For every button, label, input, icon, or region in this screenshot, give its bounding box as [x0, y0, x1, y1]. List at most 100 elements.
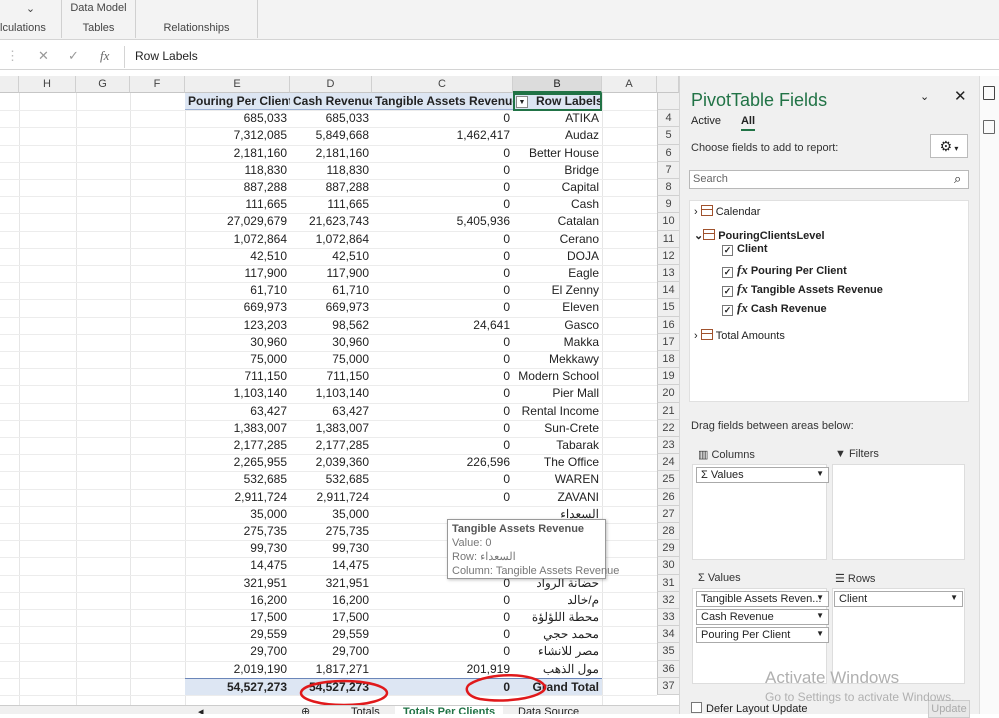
cell-e[interactable]: 711,150 — [185, 368, 290, 385]
cell-c[interactable]: 5,405,936 — [372, 213, 513, 230]
cell-e[interactable]: 532,685 — [185, 471, 290, 488]
cell-b[interactable]: El Zenny — [513, 282, 602, 299]
row-number[interactable]: 21 — [657, 402, 679, 420]
cell-c[interactable]: 0 — [372, 677, 513, 695]
cell-c[interactable]: 226,596 — [372, 454, 513, 471]
cell-c[interactable]: 0 — [372, 471, 513, 488]
values-item-cash[interactable]: Cash Revenue ▼ — [696, 609, 829, 625]
dropdown-arrow-icon[interactable]: ▼ — [816, 593, 824, 602]
cell-d[interactable]: 54,527,273 — [290, 677, 372, 695]
tab-all[interactable]: All — [740, 115, 756, 131]
cell-c[interactable]: 0 — [372, 231, 513, 248]
cell-d[interactable]: 2,911,724 — [290, 489, 372, 506]
row-number[interactable]: 36 — [657, 660, 679, 678]
filters-area[interactable] — [832, 464, 965, 560]
cell-e[interactable]: 685,033 — [185, 110, 290, 127]
fields-list-icon[interactable] — [983, 86, 995, 100]
cell-e[interactable]: 99,730 — [185, 540, 290, 557]
dropdown-arrow-icon[interactable]: ▼ — [816, 629, 824, 638]
cell-b[interactable]: محمد حجي — [513, 626, 602, 643]
format-pane-icon[interactable] — [983, 120, 995, 134]
cell-d[interactable]: 63,427 — [290, 403, 372, 420]
field-client[interactable]: ✓ Client — [722, 243, 768, 256]
cell-e[interactable]: 2,265,955 — [185, 454, 290, 471]
cell-b[interactable]: DOJA — [513, 248, 602, 265]
cell-e[interactable]: 669,973 — [185, 299, 290, 316]
cell-d[interactable]: 685,033 — [290, 110, 372, 127]
cell-b[interactable]: ATIKA — [513, 110, 602, 127]
cell-c[interactable]: 0 — [372, 385, 513, 402]
cell-e[interactable]: Pouring Per Client — [185, 93, 290, 111]
sheet-tab-totals-per-clients[interactable]: Totals Per Clients — [395, 706, 504, 714]
search-input[interactable]: Search — [689, 170, 969, 189]
cell-d[interactable]: 30,960 — [290, 334, 372, 351]
cell-c[interactable]: 0 — [372, 282, 513, 299]
cell-c[interactable]: 0 — [372, 592, 513, 609]
cell-d[interactable]: 21,623,743 — [290, 213, 372, 230]
field-pouring-per-client[interactable]: ✓ fx Pouring Per Client — [722, 262, 847, 278]
row-number[interactable]: 20 — [657, 385, 679, 403]
cell-c[interactable]: 24,641 — [372, 317, 513, 334]
cell-d[interactable]: 16,200 — [290, 592, 372, 609]
column-header-c[interactable]: C — [372, 76, 513, 93]
cell-b[interactable]: Sun-Crete — [513, 420, 602, 437]
cell-e[interactable]: 30,960 — [185, 334, 290, 351]
row-number[interactable]: 24 — [657, 454, 679, 472]
row-number[interactable]: 33 — [657, 609, 679, 627]
cell-b[interactable]: Cerano — [513, 231, 602, 248]
dropdown-arrow-icon[interactable]: ▼ — [816, 469, 824, 478]
row-number[interactable]: 16 — [657, 316, 679, 334]
row-number[interactable]: 4 — [657, 110, 679, 128]
cell-d[interactable]: 75,000 — [290, 351, 372, 368]
cell-b[interactable]: مول الذهب — [513, 661, 602, 678]
cell-b[interactable]: Tabarak — [513, 437, 602, 454]
cell-c[interactable]: 0 — [372, 643, 513, 660]
checkbox-checked[interactable]: ✓ — [722, 286, 733, 297]
row-number[interactable] — [657, 93, 679, 111]
row-number[interactable]: 19 — [657, 368, 679, 386]
cell-d[interactable]: 17,500 — [290, 609, 372, 626]
cell-e[interactable]: 27,029,679 — [185, 213, 290, 230]
cell-c[interactable]: 0 — [372, 248, 513, 265]
cell-c[interactable]: 0 — [372, 196, 513, 213]
cell-e[interactable]: 321,951 — [185, 575, 290, 592]
rows-item-client[interactable]: Client ▼ — [834, 591, 963, 607]
cancel-icon[interactable]: ✕ — [38, 48, 49, 64]
columns-item-values[interactable]: Σ Values ▼ — [696, 467, 829, 483]
chevron-down-icon[interactable]: ⌄ — [694, 230, 703, 242]
cell-d[interactable]: 2,039,360 — [290, 454, 372, 471]
cell-b[interactable]: Pier Mall — [513, 385, 602, 402]
column-header-g[interactable]: G — [76, 76, 130, 93]
row-number[interactable]: 32 — [657, 591, 679, 609]
row-number[interactable]: 27 — [657, 505, 679, 523]
cell-d[interactable]: 669,973 — [290, 299, 372, 316]
cell-e[interactable]: 35,000 — [185, 506, 290, 523]
values-item-pouring[interactable]: Pouring Per Client ▼ — [696, 627, 829, 643]
row-number[interactable]: 11 — [657, 230, 679, 248]
values-item-tangible[interactable]: Tangible Assets Reven... ▼ — [696, 591, 829, 607]
cell-c[interactable]: 201,919 — [372, 661, 513, 678]
cell-e[interactable]: 16,200 — [185, 592, 290, 609]
column-header-a[interactable]: A — [602, 76, 657, 93]
cell-b[interactable]: Gasco — [513, 317, 602, 334]
cell-b[interactable]: The Office — [513, 454, 602, 471]
cell-d[interactable]: 99,730 — [290, 540, 372, 557]
cell-d[interactable]: 1,817,271 — [290, 661, 372, 678]
dropdown-arrow-icon[interactable]: ▼ — [816, 611, 824, 620]
cell-d[interactable]: 532,685 — [290, 471, 372, 488]
cell-d[interactable]: Cash Revenue — [290, 93, 372, 111]
cell-e[interactable]: 54,527,273 — [185, 677, 290, 695]
cell-b[interactable]: Audaz — [513, 127, 602, 144]
chevron-right-icon[interactable]: › — [694, 330, 698, 342]
table-pouring-clients-level[interactable]: ⌄ PouringClientsLevel — [694, 229, 825, 242]
cell-c[interactable]: 0 — [372, 145, 513, 162]
cell-e[interactable]: 275,735 — [185, 523, 290, 540]
cell-d[interactable]: 321,951 — [290, 575, 372, 592]
row-number[interactable]: 31 — [657, 574, 679, 592]
row-number[interactable]: 25 — [657, 471, 679, 489]
cell-b[interactable]: WAREN — [513, 471, 602, 488]
gear-icon[interactable]: ⚙ ▾ — [930, 134, 968, 158]
cell-d[interactable]: 711,150 — [290, 368, 372, 385]
row-number[interactable]: 26 — [657, 488, 679, 506]
cell-e[interactable]: 63,427 — [185, 403, 290, 420]
